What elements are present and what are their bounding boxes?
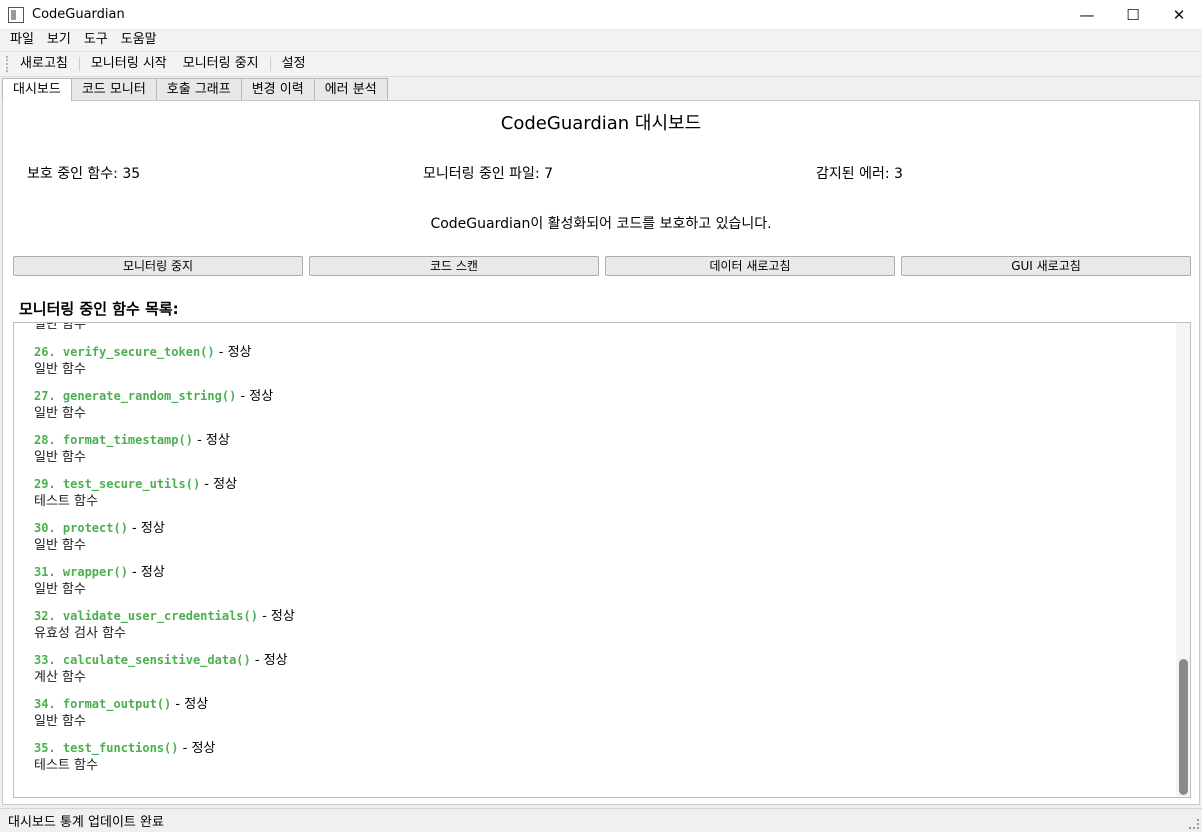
- status-bar: 대시보드 통계 업데이트 완료: [0, 808, 1202, 832]
- minimize-button[interactable]: —: [1064, 0, 1110, 30]
- tab-bar: 대시보드 코드 모니터 호출 그래프 변경 이력 에러 분석: [2, 78, 388, 101]
- status-message: CodeGuardian이 활성화되어 코드를 보호하고 있습니다.: [430, 216, 772, 232]
- maximize-button[interactable]: ☐: [1110, 0, 1156, 30]
- list-item: 28. format_timestamp() - 정상 일반 함수: [34, 431, 1164, 475]
- menu-view[interactable]: 보기: [41, 30, 78, 50]
- function-status: - 정상: [171, 697, 209, 712]
- function-desc: 테스트 함수: [34, 758, 98, 773]
- code-scan-button[interactable]: 코드 스캔: [309, 256, 599, 276]
- list-item: 31. wrapper() - 정상 일반 함수: [34, 563, 1164, 607]
- function-status: - 정상: [200, 477, 238, 492]
- menu-bar: 파일 보기 도구 도움말: [0, 30, 1202, 50]
- function-desc: 일반 함수: [34, 538, 86, 553]
- app-icon: [8, 6, 24, 23]
- list-item: 일반 함수: [34, 322, 1164, 343]
- gui-refresh-button[interactable]: GUI 새로고침: [901, 256, 1191, 276]
- tab-dashboard[interactable]: 대시보드: [2, 78, 72, 101]
- function-name: 31. wrapper(): [34, 565, 128, 579]
- stop-monitoring-action-button[interactable]: 모니터링 중지: [13, 256, 303, 276]
- function-name: 33. calculate_sensitive_data(): [34, 653, 251, 667]
- list-item: 32. validate_user_credentials() - 정상 유효성…: [34, 607, 1164, 651]
- function-name: 29. test_secure_utils(): [34, 477, 201, 491]
- menu-file[interactable]: 파일: [0, 30, 41, 50]
- function-desc: 일반 함수: [34, 450, 86, 465]
- function-name: 26. verify_secure_token(): [34, 345, 215, 359]
- data-refresh-button[interactable]: 데이터 새로고침: [605, 256, 895, 276]
- window-controls: — ☐ ✕: [1064, 0, 1202, 30]
- title-bar: CodeGuardian — ☐ ✕: [0, 0, 1202, 30]
- function-status: - 정상: [257, 609, 295, 624]
- function-list-content: 일반 함수 26. verify_secure_token() - 정상 일반 …: [34, 322, 1164, 783]
- function-status: - 정상: [250, 653, 288, 668]
- list-item: 29. test_secure_utils() - 정상 테스트 함수: [34, 475, 1164, 519]
- function-name: 35. test_functions(): [34, 741, 179, 755]
- list-item: 30. protect() - 정상 일반 함수: [34, 519, 1164, 563]
- list-item: 34. format_output() - 정상 일반 함수: [34, 695, 1164, 739]
- monitored-files-stat: 모니터링 중인 파일: 7: [423, 166, 554, 182]
- function-desc: 일반 함수: [34, 322, 86, 332]
- status-bar-text: 대시보드 통계 업데이트 완료: [8, 815, 164, 830]
- tab-code-monitor[interactable]: 코드 모니터: [70, 78, 157, 100]
- settings-button[interactable]: 설정: [274, 53, 314, 75]
- toolbar-separator: [78, 57, 80, 71]
- function-desc: 일반 함수: [34, 406, 86, 421]
- function-desc: 일반 함수: [34, 582, 86, 597]
- function-status: - 정상: [127, 565, 165, 580]
- start-monitoring-button[interactable]: 모니터링 시작: [83, 53, 175, 75]
- list-item: 33. calculate_sensitive_data() - 정상 계산 함…: [34, 651, 1164, 695]
- function-name: 28. format_timestamp(): [34, 433, 193, 447]
- function-list[interactable]: 일반 함수 26. verify_secure_token() - 정상 일반 …: [13, 322, 1191, 798]
- list-item: 26. verify_secure_token() - 정상 일반 함수: [34, 343, 1164, 387]
- function-name: 32. validate_user_credentials(): [34, 609, 258, 623]
- menu-tools[interactable]: 도구: [78, 30, 115, 50]
- tab-call-graph[interactable]: 호출 그래프: [155, 78, 242, 100]
- detected-errors-stat: 감지된 에러: 3: [816, 166, 903, 182]
- close-button[interactable]: ✕: [1156, 0, 1202, 30]
- toolbar-separator: [269, 57, 271, 71]
- function-status: - 정상: [192, 433, 230, 448]
- function-desc: 일반 함수: [34, 362, 86, 377]
- list-item: 35. test_functions() - 정상 테스트 함수: [34, 739, 1164, 783]
- function-desc: 유효성 검사 함수: [34, 626, 126, 641]
- scrollbar-thumb[interactable]: [1179, 659, 1188, 795]
- function-name: 34. format_output(): [34, 697, 172, 711]
- function-desc: 테스트 함수: [34, 494, 98, 509]
- function-list-heading: 모니터링 중인 함수 목록:: [19, 300, 179, 318]
- function-status: - 정상: [127, 521, 165, 536]
- list-item: 27. generate_random_string() - 정상 일반 함수: [34, 387, 1164, 431]
- function-name: 27. generate_random_string(): [34, 389, 237, 403]
- function-desc: 계산 함수: [34, 670, 86, 685]
- function-desc: 일반 함수: [34, 714, 86, 729]
- protected-functions-stat: 보호 중인 함수: 35: [27, 166, 141, 182]
- window-title: CodeGuardian: [32, 7, 125, 22]
- function-status: - 정상: [178, 741, 216, 756]
- dashboard-panel: CodeGuardian 대시보드 보호 중인 함수: 35 모니터링 중인 파…: [2, 100, 1200, 805]
- function-status: - 정상: [236, 389, 274, 404]
- resize-grip-icon[interactable]: [1189, 819, 1199, 829]
- stop-monitoring-button[interactable]: 모니터링 중지: [175, 53, 267, 75]
- page-title: CodeGuardian 대시보드: [500, 113, 702, 134]
- vertical-scrollbar[interactable]: [1176, 323, 1190, 797]
- function-name: 30. protect(): [34, 521, 128, 535]
- tab-change-history[interactable]: 변경 이력: [240, 78, 315, 100]
- menu-help[interactable]: 도움말: [115, 30, 164, 50]
- toolbar: 새로고침 모니터링 시작 모니터링 중지 설정: [0, 51, 1202, 77]
- refresh-button[interactable]: 새로고침: [12, 53, 76, 75]
- tab-error-analysis[interactable]: 에러 분석: [313, 78, 388, 100]
- function-status: - 정상: [214, 345, 252, 360]
